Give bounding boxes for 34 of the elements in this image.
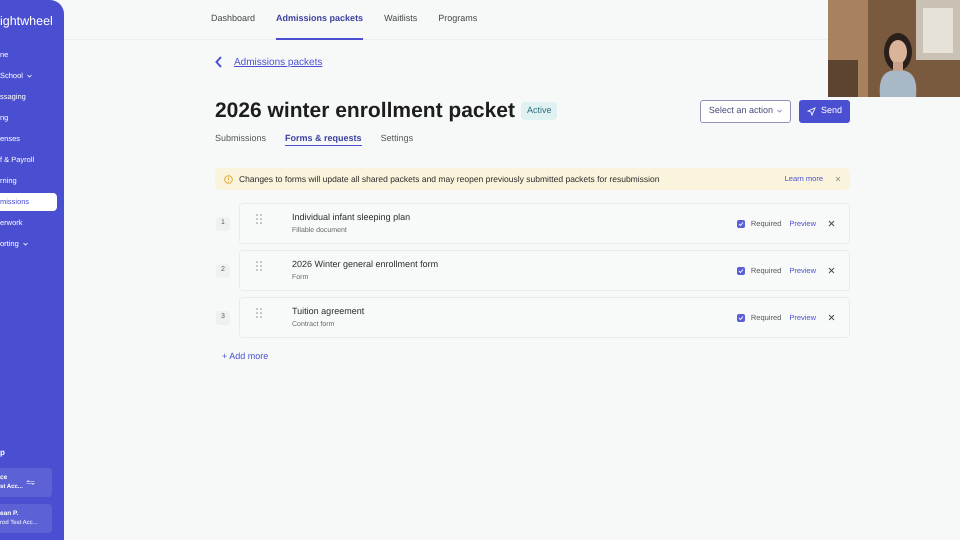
tab[interactable]: Submissions	[215, 132, 266, 146]
drag-handle-icon[interactable]	[256, 261, 262, 271]
help-text: p	[0, 447, 6, 459]
status-badge: Active	[520, 102, 558, 120]
action-select[interactable]: Select an action	[700, 100, 791, 122]
logo-text: ightwheel	[0, 13, 54, 28]
form-title: Tuition agreement	[292, 304, 364, 318]
required-checkbox[interactable]	[736, 220, 745, 228]
remove-icon[interactable]	[828, 314, 835, 321]
required-checkbox[interactable]	[736, 314, 745, 322]
send-icon	[806, 106, 816, 116]
back-link[interactable]: Admissions packets	[234, 54, 322, 70]
form-title: Individual infant sleeping plan	[292, 210, 410, 224]
remove-icon[interactable]	[828, 267, 835, 274]
switch-icon[interactable]	[26, 480, 35, 485]
back-icon[interactable]	[215, 56, 223, 68]
remove-icon[interactable]	[828, 220, 835, 227]
nav-tab[interactable]: Admissions packets	[276, 0, 364, 40]
drag-handle-icon[interactable]	[256, 308, 262, 318]
banner-message: Changes to forms will update all shared packets and may reopen previously submitted packets for resubmission	[239, 172, 660, 186]
required-checkbox[interactable]	[736, 266, 745, 274]
nav-tab[interactable]: Programs	[438, 0, 478, 40]
tab[interactable]: Settings	[380, 132, 414, 146]
drag-handle-icon[interactable]	[256, 214, 262, 224]
nav-tab[interactable]: Dashboard	[211, 0, 256, 40]
close-icon[interactable]	[835, 176, 841, 182]
form-title: 2026 Winter general enrollment form	[292, 258, 438, 271]
warning-icon	[224, 174, 233, 184]
tab[interactable]: Forms & requests	[285, 132, 362, 146]
send-button[interactable]: Send	[798, 100, 850, 122]
add-more-link[interactable]: + Add more	[222, 350, 268, 364]
page-title: 2026 winter enrollment packet	[215, 98, 515, 124]
chevron-down-icon	[776, 109, 782, 113]
nav-tab[interactable]: Waitlists	[384, 0, 418, 40]
